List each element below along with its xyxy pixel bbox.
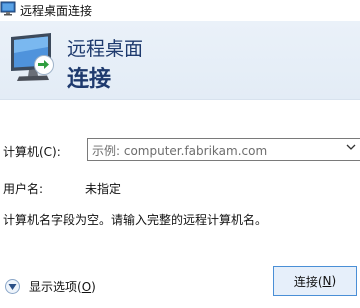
banner-title-line1: 远程桌面 xyxy=(67,38,144,60)
remote-desktop-monitor-icon xyxy=(11,33,54,81)
remote-desktop-icon xyxy=(0,1,16,16)
window-title: 远程桌面连接 xyxy=(20,4,93,18)
connect-button[interactable]: 连接(N) xyxy=(273,266,357,296)
status-message: 计算机名字段为空。请输入完整的远程计算机名。 xyxy=(3,213,268,227)
show-options-toggle[interactable]: 显示选项(O) xyxy=(5,277,96,295)
chevron-down-icon[interactable] xyxy=(346,142,356,152)
username-value: 未指定 xyxy=(85,182,122,196)
show-options-label[interactable]: 显示选项(O) xyxy=(29,278,96,295)
chevron-down-circle-icon[interactable] xyxy=(5,278,20,294)
computer-input-placeholder[interactable]: 示例: computer.fabrikam.com xyxy=(92,142,267,159)
banner-title-line2: 连接 xyxy=(67,67,112,92)
header-banner: 远程桌面 连接 xyxy=(0,21,360,100)
computer-label: 计算机(C): xyxy=(3,145,61,159)
computer-combobox[interactable]: 示例: computer.fabrikam.com xyxy=(87,138,360,161)
username-label: 用户名: xyxy=(3,182,44,196)
title-bar[interactable]: 远程桌面连接 xyxy=(0,0,360,21)
